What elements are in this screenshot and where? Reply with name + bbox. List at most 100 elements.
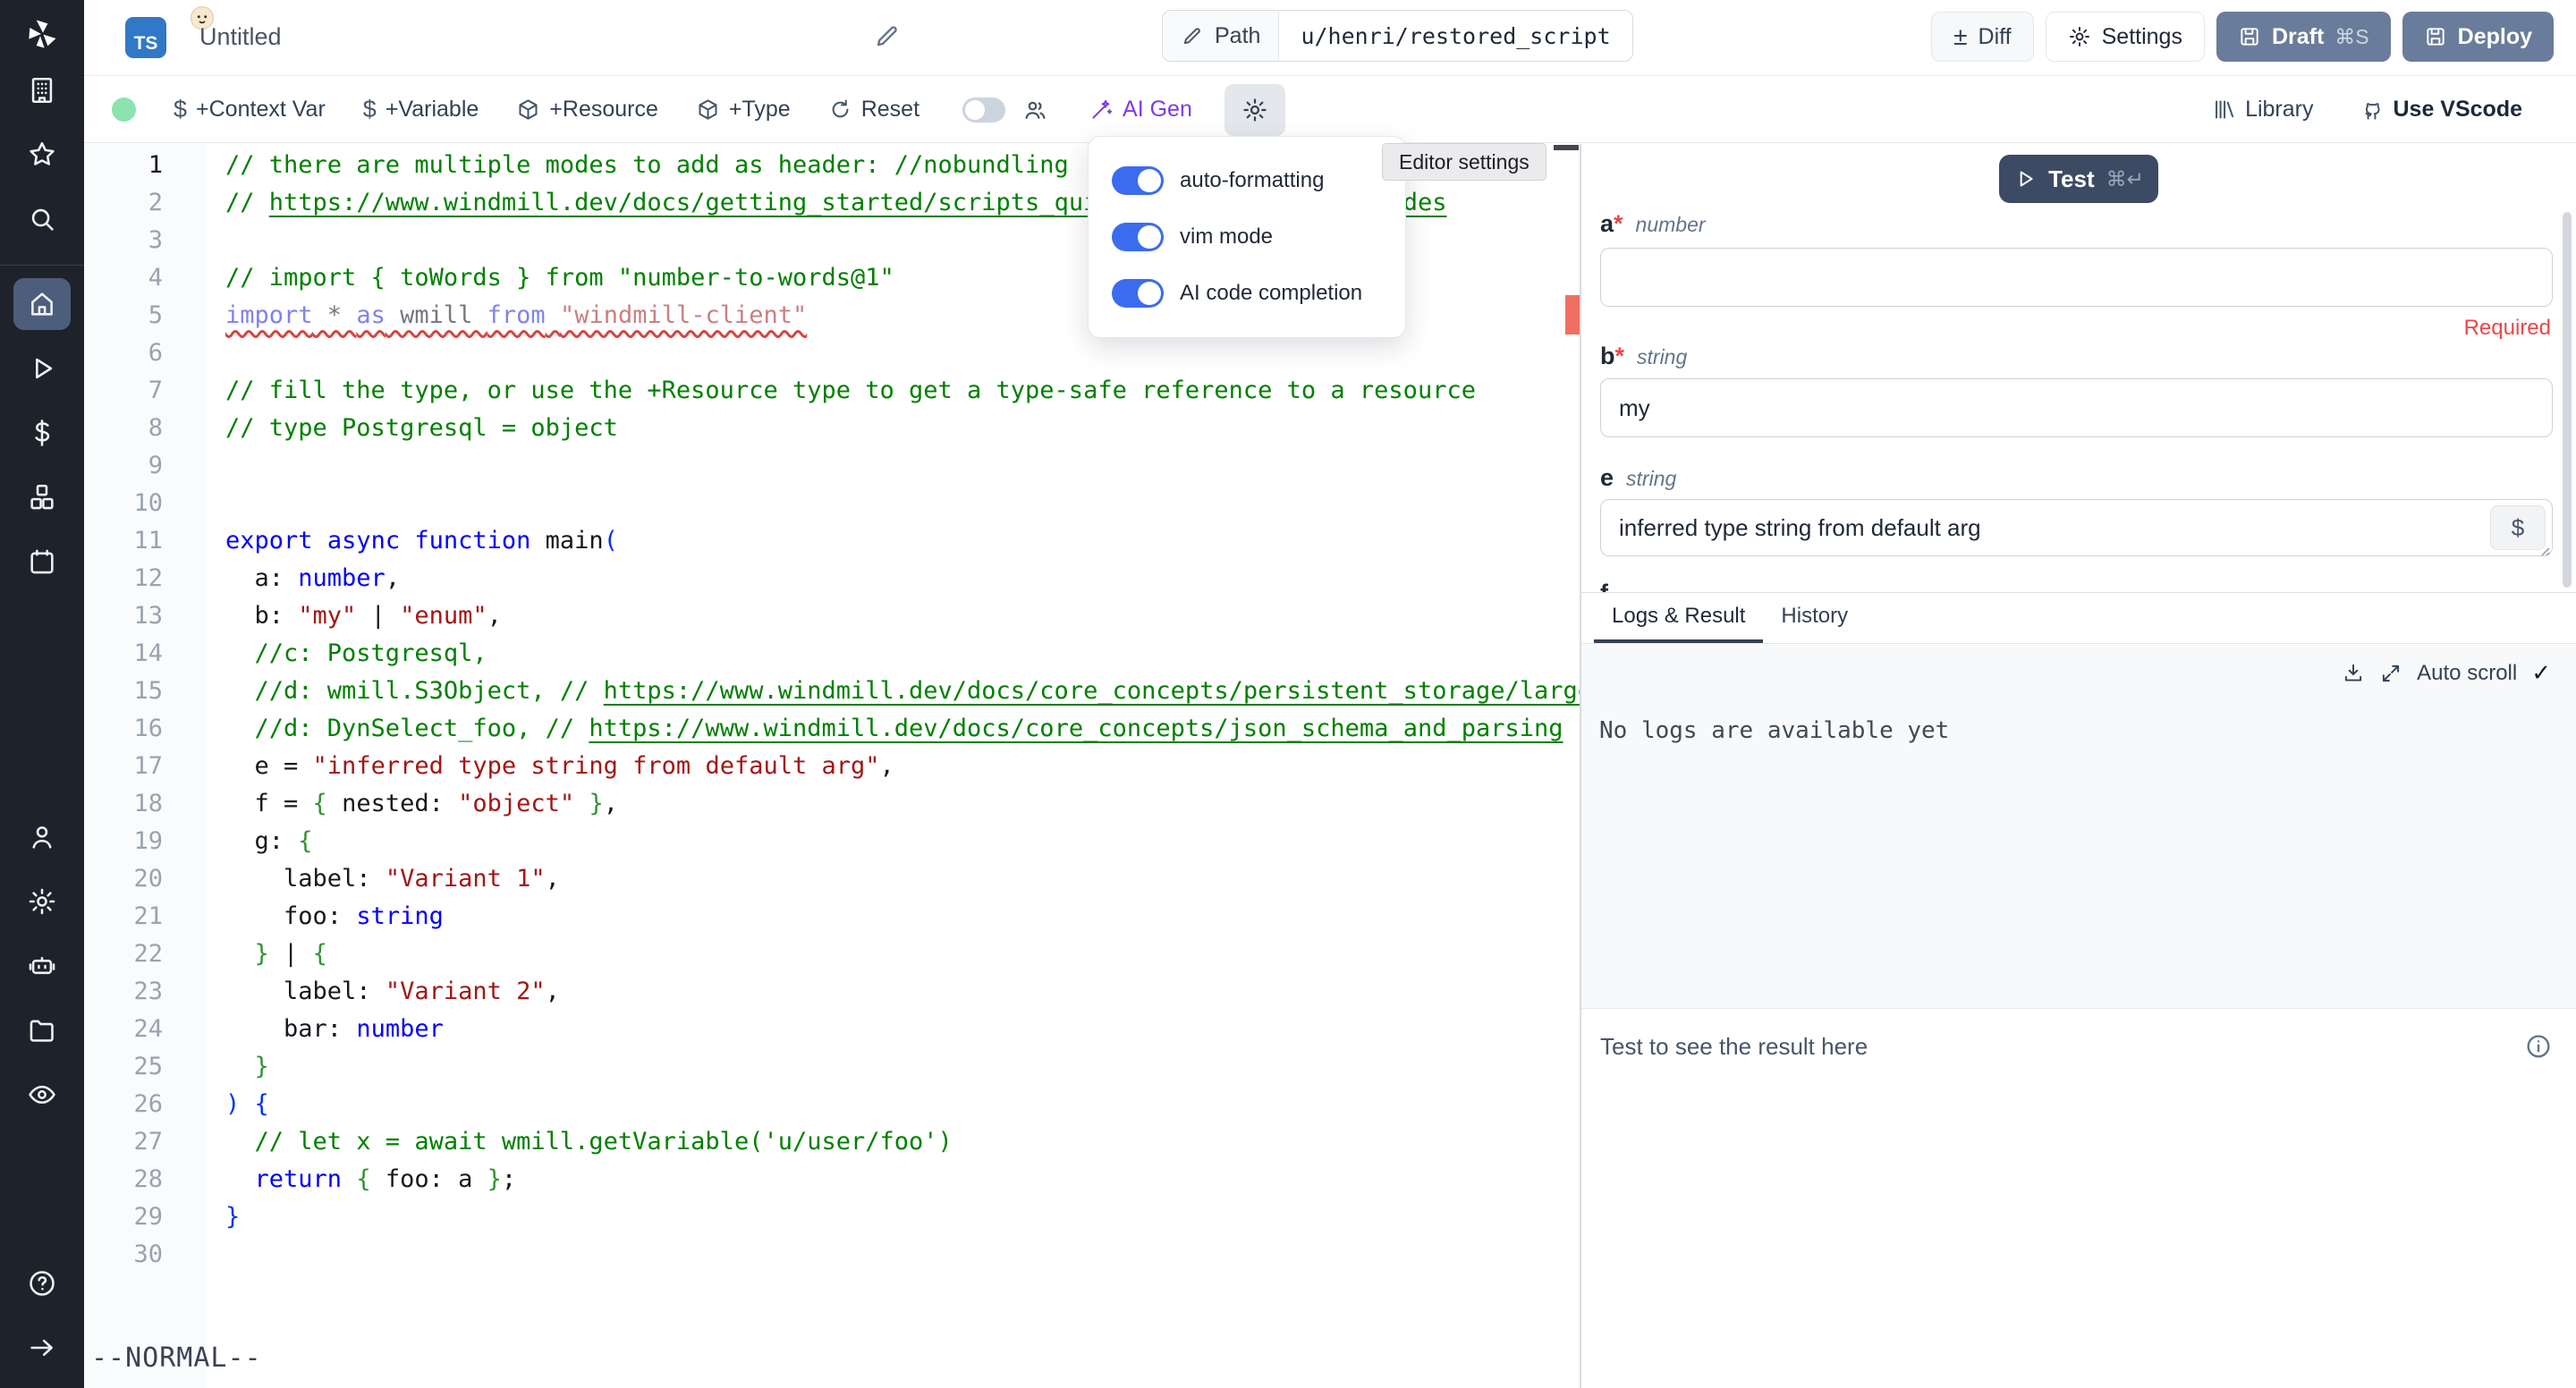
logs-section: Auto scroll ✓ No logs are available yet (1581, 645, 2576, 1009)
use-vscode-button[interactable]: Use VScode (2360, 97, 2522, 123)
favorites-star-icon[interactable] (13, 129, 71, 181)
setting-label: AI code completion (1180, 281, 1362, 306)
gear-icon (2068, 25, 2091, 48)
ai-gen-button[interactable]: AI Gen (1089, 97, 1192, 123)
path-chip[interactable]: Path u/henri/restored_script (1162, 10, 1633, 62)
package-icon (696, 97, 720, 122)
info-icon[interactable] (2524, 1032, 2553, 1061)
overview-ruler-cursor-mark (1554, 145, 1579, 150)
add-variable-button[interactable]: $ +Variable (363, 96, 479, 123)
code-line: 29} (84, 1198, 1580, 1236)
field-f-label-clipped: f (1600, 580, 1608, 592)
result-placeholder: Test to see the result here (1600, 1033, 1868, 1061)
tab-logs-result[interactable]: Logs & Result (1594, 593, 1763, 643)
resources-cubes-icon[interactable] (13, 471, 71, 523)
code-line: 25 } (84, 1048, 1580, 1086)
variables-dollar-icon[interactable] (13, 407, 71, 459)
download-logs-icon[interactable] (2342, 662, 2365, 685)
autoscroll-label[interactable]: Auto scroll (2417, 661, 2517, 686)
package-icon (516, 97, 540, 122)
reset-icon (828, 97, 852, 122)
code-line: 17 e = "inferred type string from defaul… (84, 748, 1580, 785)
code-line: 16 //d: DynSelect_foo, // https://www.wi… (84, 710, 1580, 748)
code-line: 28 return { foo: a }; (84, 1161, 1580, 1198)
code-line: 30 (84, 1236, 1580, 1274)
field-a-required-error: Required (2464, 316, 2551, 341)
add-context-var-button[interactable]: $ +Context Var (174, 96, 326, 123)
field-e-input[interactable] (1600, 499, 2553, 556)
workers-robot-icon[interactable] (13, 940, 71, 992)
users-icon[interactable] (13, 811, 71, 863)
autoscroll-checkbox[interactable]: ✓ (2531, 659, 2551, 687)
help-icon[interactable] (13, 1257, 71, 1309)
draft-button[interactable]: Draft ⌘S (2216, 12, 2391, 62)
code-line: 24 bar: number (84, 1011, 1580, 1048)
collaboration-toggle[interactable] (962, 97, 1005, 123)
setting-toggle[interactable] (1112, 223, 1164, 251)
schedules-calendar-icon[interactable] (13, 536, 71, 588)
test-args-form: Test ⌘↵ a* number Required b* string e s… (1581, 144, 2576, 592)
vim-mode-status: --NORMAL-- (91, 1342, 262, 1374)
setting-toggle[interactable] (1112, 166, 1164, 195)
expand-logs-icon[interactable] (2379, 662, 2402, 685)
field-a-input[interactable] (1600, 248, 2553, 307)
edit-title-pencil-icon[interactable] (873, 21, 902, 50)
setting-toggle[interactable] (1112, 279, 1164, 308)
textarea-resize-handle[interactable] (2537, 543, 2551, 557)
sidebar-divider (0, 265, 84, 266)
dollar-icon: $ (363, 96, 377, 123)
editor-setting-row: AI code completion (1112, 279, 1382, 308)
code-line: 19 g: { (84, 823, 1580, 860)
windmill-logo[interactable] (24, 16, 60, 52)
code-line: 7// fill the type, or use the +Resource … (84, 372, 1580, 410)
setting-label: auto-formatting (1180, 168, 1324, 193)
field-b-input[interactable] (1600, 378, 2553, 437)
gear-icon (1241, 97, 1268, 123)
dollar-icon: $ (174, 96, 187, 123)
form-scrollbar[interactable] (2563, 212, 2572, 588)
typescript-badge: TS (125, 17, 166, 58)
save-icon (2238, 25, 2261, 48)
editor-settings-button[interactable] (1224, 84, 1285, 136)
library-icon (2212, 97, 2236, 122)
code-line: 26) { (84, 1086, 1580, 1123)
reset-button[interactable]: Reset (828, 97, 919, 123)
library-button[interactable]: Library (2212, 97, 2313, 123)
field-a-label: a* number (1600, 210, 1706, 238)
code-line: 9 (84, 447, 1580, 485)
test-button[interactable]: Test ⌘↵ (1999, 155, 2158, 203)
add-resource-button[interactable]: +Resource (516, 97, 658, 123)
code-line: 21 foo: string (84, 898, 1580, 935)
runs-play-icon[interactable] (13, 343, 71, 394)
home-icon[interactable] (13, 278, 71, 330)
expand-sidebar-icon[interactable] (13, 1322, 71, 1374)
draft-shortcut: ⌘S (2334, 25, 2368, 49)
logs-toolbar: Auto scroll ✓ (1581, 645, 2576, 687)
folders-icon[interactable] (13, 1004, 71, 1056)
github-icon (2360, 97, 2384, 122)
script-title: Untitled (199, 23, 282, 51)
settings-gear-icon[interactable] (13, 876, 71, 927)
tab-history[interactable]: History (1763, 593, 1866, 643)
add-type-button[interactable]: +Type (696, 97, 791, 123)
code-line: 22 } | { (84, 935, 1580, 973)
run-panel: Test ⌘↵ a* number Required b* string e s… (1580, 144, 2576, 1388)
connection-status-dot (112, 97, 136, 122)
code-line: 20 label: "Variant 1", (84, 860, 1580, 898)
workspace-icon[interactable] (13, 64, 71, 116)
result-tabs: Logs & Result History (1581, 592, 2576, 644)
settings-button[interactable]: Settings (2046, 12, 2205, 62)
code-line: 18 f = { nested: "object" }, (84, 785, 1580, 823)
diff-button[interactable]: ± Diff (1931, 12, 2033, 62)
path-label: Path (1215, 23, 1260, 49)
code-line: 15 //d: wmill.S3Object, // https://www.w… (84, 673, 1580, 710)
wand-icon (1089, 97, 1114, 122)
collaborators-icon (1021, 97, 1048, 123)
search-icon[interactable] (13, 193, 71, 245)
deploy-button[interactable]: Deploy (2402, 12, 2554, 62)
result-section: Test to see the result here (1581, 1009, 2576, 1388)
path-value: u/henri/restored_script (1279, 11, 1631, 61)
audit-eye-icon[interactable] (13, 1069, 71, 1121)
code-line: 8// type Postgresql = object (84, 410, 1580, 447)
code-line: 14 //c: Postgresql, (84, 635, 1580, 673)
